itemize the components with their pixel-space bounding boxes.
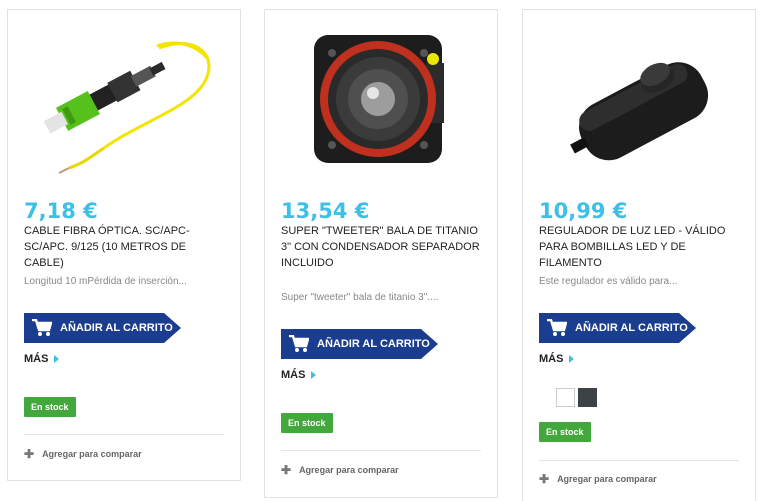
divider (24, 434, 224, 435)
stock-badge: En stock (24, 397, 76, 417)
shopping-cart-icon (289, 335, 309, 352)
color-swatch-white[interactable] (556, 388, 575, 407)
add-to-cart-button[interactable]: AÑADIR AL CARRITO (24, 313, 181, 343)
product-title[interactable]: CABLE FIBRA ÓPTICA. SC/APC-SC/APC. 9/125… (24, 223, 224, 271)
compare-label: Agregar para comparar (299, 465, 399, 475)
product-title[interactable]: SUPER "TWEETER" BALA DE TITANIO 3" CON C… (281, 223, 481, 271)
product-price: 7,18 € (24, 199, 98, 223)
shopping-cart-icon (32, 319, 52, 336)
shopping-cart-icon (547, 319, 567, 336)
product-image[interactable] (8, 10, 240, 195)
product-price: 10,99 € (539, 199, 628, 223)
add-to-cart-button[interactable]: AÑADIR AL CARRITO (539, 313, 696, 343)
compare-link[interactable]: ✚ Agregar para comparar (24, 446, 142, 461)
plus-icon: ✚ (281, 462, 292, 477)
more-link[interactable]: MÁS (281, 369, 317, 381)
compare-link[interactable]: ✚ Agregar para comparar (281, 462, 399, 477)
more-label: MÁS (281, 369, 306, 381)
color-swatches (556, 388, 597, 407)
chevron-right-icon (569, 355, 575, 363)
product-card: 10,99 € REGULADOR DE LUZ LED - VÁLIDO PA… (522, 9, 756, 501)
led-dimmer-image (570, 61, 709, 160)
divider (281, 450, 481, 451)
product-title[interactable]: REGULADOR DE LUZ LED - VÁLIDO PARA BOMBI… (539, 223, 739, 271)
add-to-cart-label: AÑADIR AL CARRITO (575, 322, 688, 334)
add-to-cart-label: AÑADIR AL CARRITO (317, 338, 430, 350)
product-card: 13,54 € SUPER "TWEETER" BALA DE TITANIO … (264, 9, 498, 498)
tweeter-speaker-image (314, 34, 444, 163)
more-link[interactable]: MÁS (539, 353, 575, 365)
product-image[interactable] (523, 10, 755, 195)
chevron-right-icon (54, 355, 60, 363)
chevron-right-icon (311, 371, 317, 379)
compare-link[interactable]: ✚ Agregar para comparar (539, 471, 657, 486)
product-card: 7,18 € CABLE FIBRA ÓPTICA. SC/APC-SC/APC… (7, 9, 241, 481)
product-image[interactable] (265, 10, 497, 195)
stock-badge: En stock (281, 413, 333, 433)
product-description: Super "tweeter" bala de titanio 3".... (281, 292, 439, 303)
stock-badge: En stock (539, 422, 591, 442)
product-price: 13,54 € (281, 199, 370, 223)
add-to-cart-button[interactable]: AÑADIR AL CARRITO (281, 329, 438, 359)
more-link[interactable]: MÁS (24, 353, 60, 365)
compare-label: Agregar para comparar (557, 474, 657, 484)
plus-icon: ✚ (24, 446, 35, 461)
fiber-optic-cable-image (43, 41, 211, 174)
plus-icon: ✚ (539, 471, 550, 486)
product-description: Este regulador es válido para... (539, 276, 678, 287)
add-to-cart-label: AÑADIR AL CARRITO (60, 322, 173, 334)
more-label: MÁS (24, 353, 49, 365)
divider (539, 460, 739, 461)
more-label: MÁS (539, 353, 564, 365)
compare-label: Agregar para comparar (42, 449, 142, 459)
product-description: Longitud 10 mPérdida de inserción... (24, 276, 187, 287)
color-swatch-dark-gray[interactable] (578, 388, 597, 407)
